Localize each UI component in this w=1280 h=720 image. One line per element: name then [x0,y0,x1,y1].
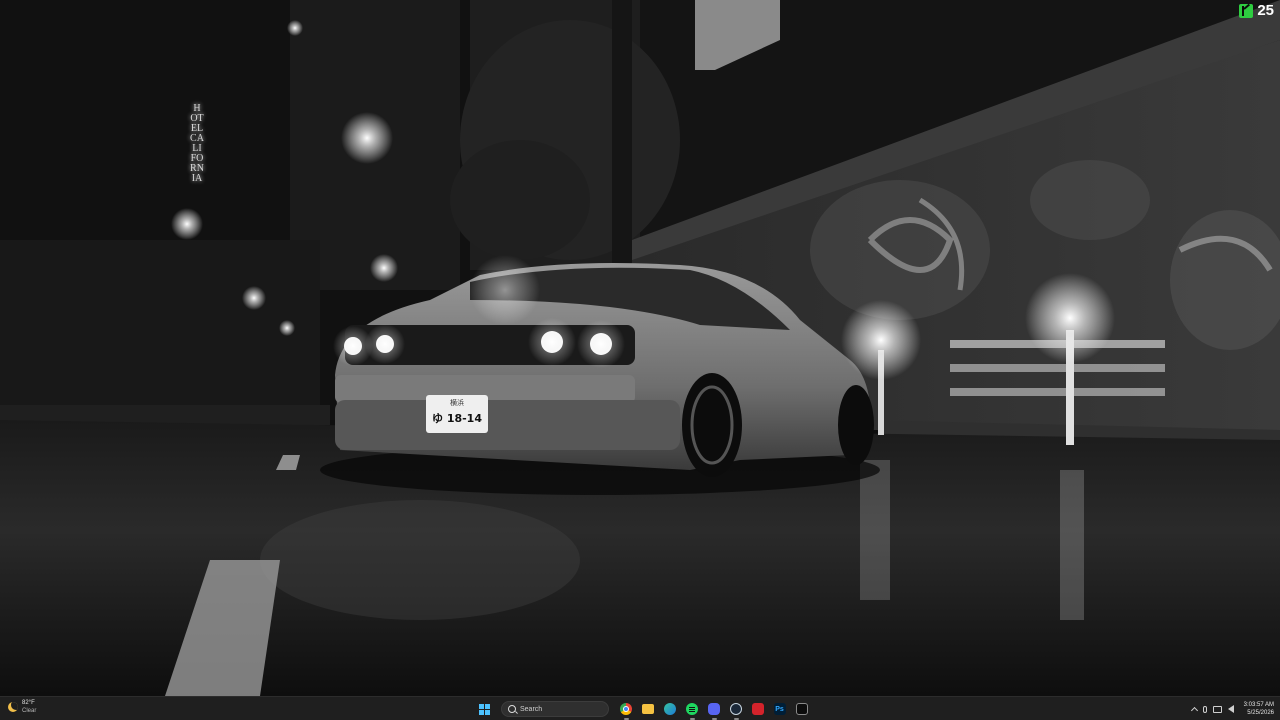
microphone-icon[interactable] [1202,705,1207,713]
folder-icon [641,704,654,714]
discord-icon [707,703,720,715]
k-icon [1239,3,1254,18]
spotify-icon [685,703,698,715]
taskbar-steam-button[interactable] [726,700,745,720]
weather-widget[interactable]: 82°F Clear [8,699,36,715]
moon-icon [8,702,18,712]
weather-temp: 82°F [22,700,35,706]
taskbar-discord-button[interactable] [704,700,723,720]
clock[interactable]: 3:03:57 AM 5/25/2026 [1244,701,1274,717]
clock-time: 3:03:57 AM [1243,702,1274,708]
taskbar-file-explorer-button[interactable] [638,700,657,719]
license-plate-number: ゆ 18-14 [431,412,482,425]
taskbar-spotify-button[interactable] [682,700,701,720]
taskbar-edge-button[interactable] [660,700,679,719]
network-icon[interactable] [1212,705,1222,713]
taskbar-acrobat-button[interactable] [748,700,767,719]
chevron-up-icon[interactable] [1190,706,1198,715]
acrobat-icon [751,703,764,715]
search-placeholder: Search [520,705,543,713]
speaker-icon[interactable] [1227,705,1234,713]
steam-icon [729,703,742,715]
taskbar-terminal-button[interactable] [792,700,811,719]
photoshop-icon: Ps [773,703,786,715]
edge-icon [663,703,676,715]
taskbar-chrome-button[interactable] [616,700,635,720]
hotel-sign: HOTEL CALIFORNIA [190,103,204,184]
clock-date: 5/25/2026 [1247,710,1274,716]
windows-icon [479,703,490,715]
overlay-widget-value: 25 [1257,2,1274,19]
system-tray: 3:03:57 AM 5/25/2026 [1190,699,1274,719]
desktop: HOTEL CALIFORNIA 横浜 ゆ 18-14 25 [0,0,1280,696]
chrome-icon [619,703,632,715]
terminal-icon [795,703,808,715]
search-input[interactable]: Search [501,701,609,717]
search-icon [508,705,516,713]
start-button[interactable] [475,700,494,719]
taskbar-apps: Search Ps [475,699,811,720]
taskbar: 82°F Clear Search Ps 3:03:57 AM 5/25/202… [0,696,1280,720]
taskbar-photoshop-button[interactable]: Ps [770,700,789,719]
overlay-widget[interactable]: 25 [1239,2,1274,19]
weather-condition: Clear [22,708,37,714]
